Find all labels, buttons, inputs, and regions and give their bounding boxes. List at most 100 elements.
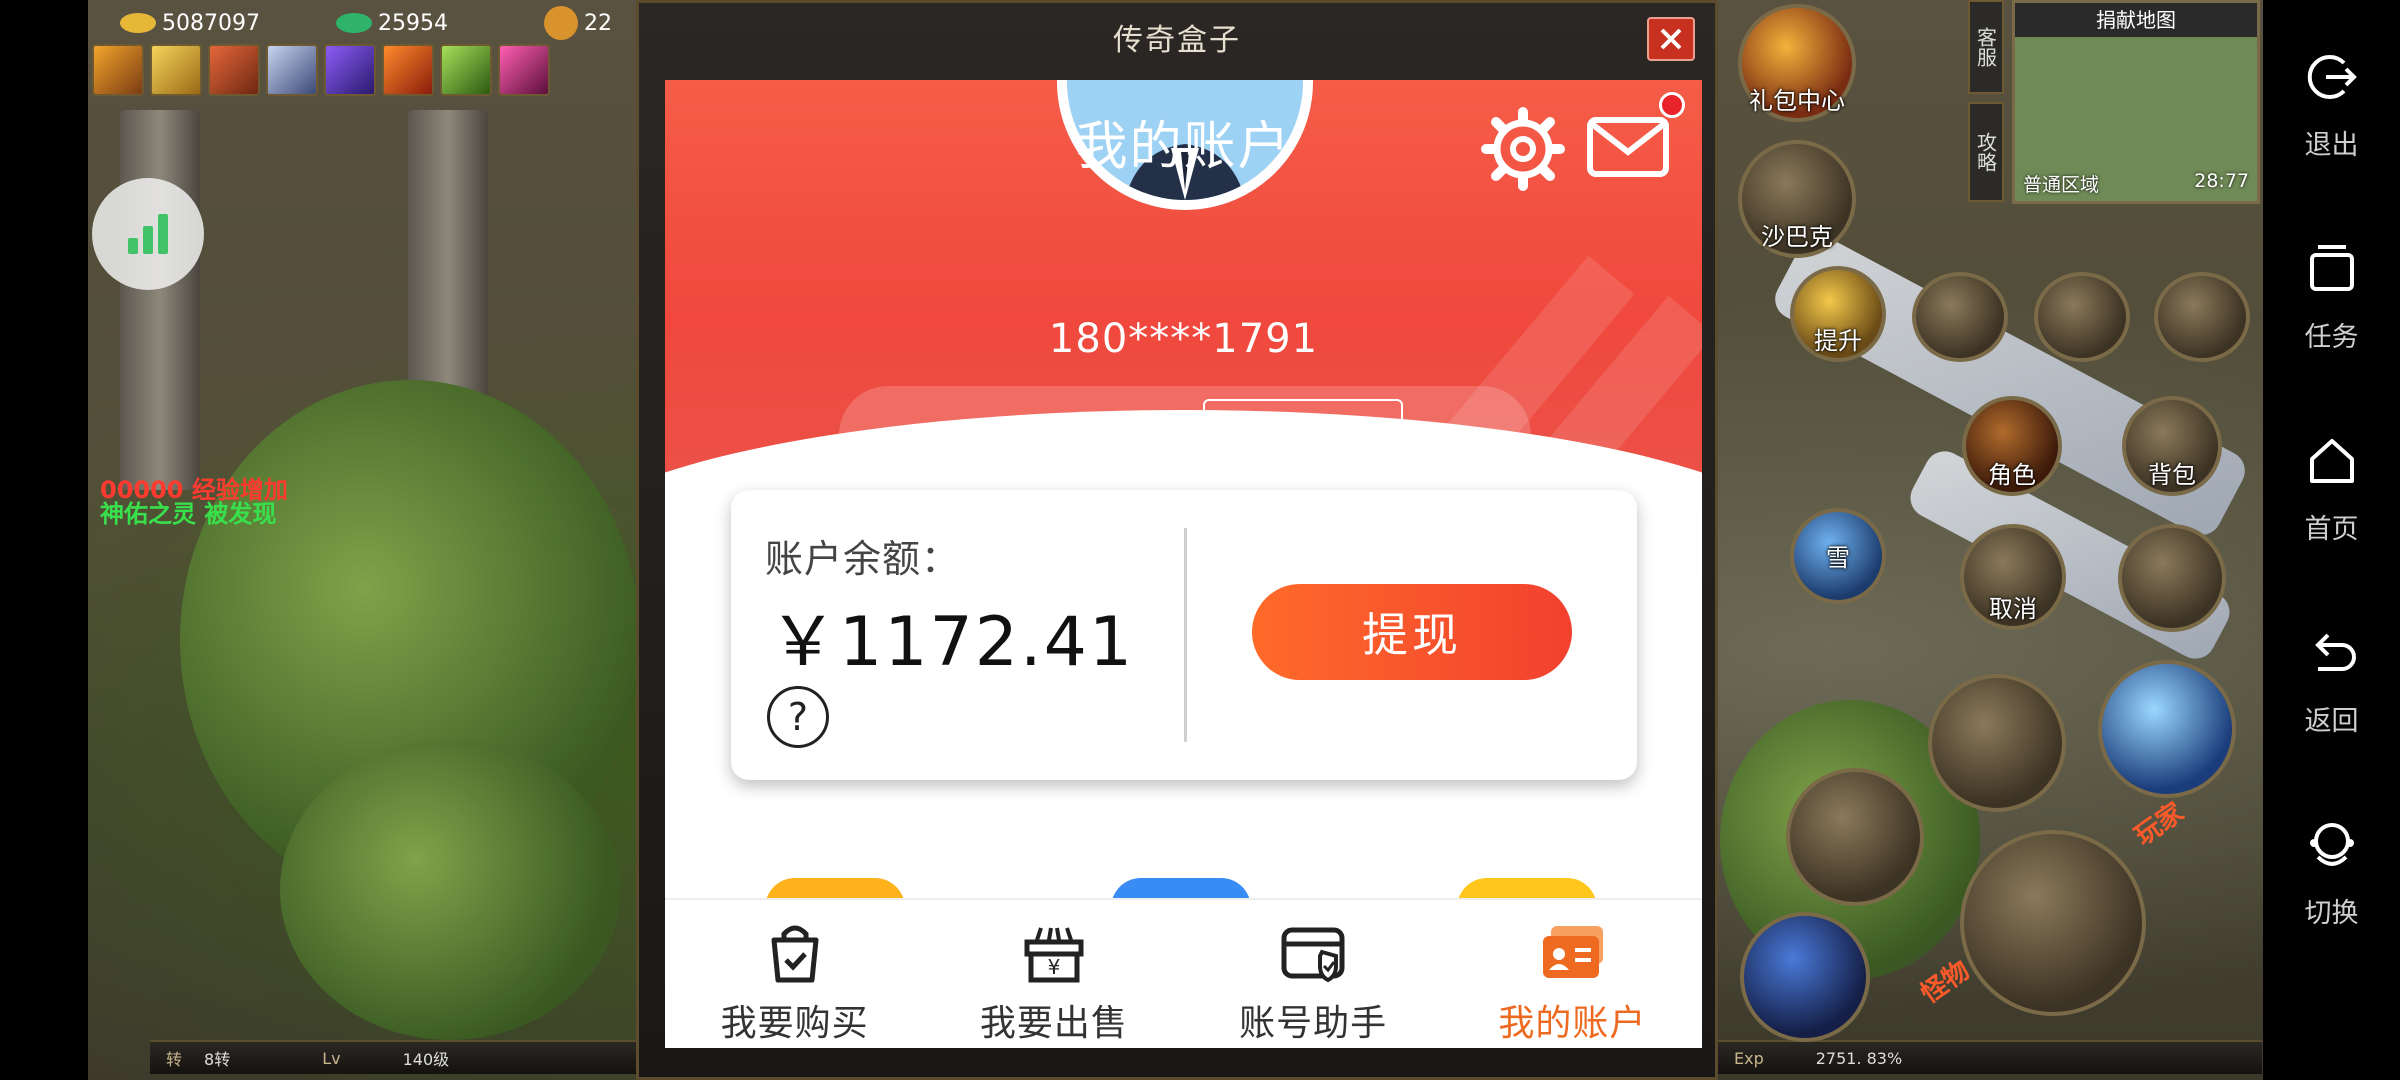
tab-buy[interactable]: 我要购买	[665, 900, 924, 1048]
tab-sell-label: 我要出售	[979, 1003, 1128, 1044]
exp-tag: Exp	[1734, 1048, 1764, 1068]
bag-label: 背包	[2148, 461, 2196, 489]
skill-slot[interactable]	[382, 44, 434, 96]
shabak-button[interactable]: 沙巴克	[1738, 140, 1856, 258]
cancel-label: 取消	[1989, 595, 2037, 623]
level-value: 140级	[402, 1050, 450, 1069]
snow-label: 雪	[1826, 543, 1850, 572]
nav-home-label: 首页	[2304, 513, 2359, 545]
gear-icon	[1481, 107, 1565, 191]
tab-assistant-label: 账号助手	[1239, 1003, 1388, 1044]
main-attack-button[interactable]	[1960, 830, 2146, 1016]
skill-slot[interactable]	[498, 44, 550, 96]
upgrade-button[interactable]: 提升	[1790, 266, 1886, 362]
stone-pillar	[120, 110, 200, 490]
nav-home[interactable]: 首页	[2263, 414, 2400, 564]
ranking-button[interactable]	[1912, 272, 2008, 362]
nav-back-label: 返回	[2304, 705, 2359, 737]
customer-service-tab[interactable]: 客服	[1968, 0, 2004, 94]
zone-label: 普通区域	[2023, 174, 2100, 196]
dash-skill-button[interactable]	[1740, 912, 1870, 1042]
strategy-tab[interactable]: 攻略	[1968, 102, 2004, 202]
signal-bars-icon	[128, 214, 168, 254]
skill-slot[interactable]	[92, 44, 144, 96]
mail-game-button[interactable]	[2034, 272, 2130, 362]
skill-slot-button[interactable]	[1786, 768, 1924, 906]
jade-counter: 25954	[336, 6, 448, 40]
stone-pillar	[408, 110, 488, 420]
popup-title: 传奇盒子	[1113, 23, 1241, 58]
skill-slot[interactable]	[324, 44, 376, 96]
gold-counter: 5087097	[120, 6, 260, 40]
skill-slot[interactable]	[208, 44, 260, 96]
skill-slot[interactable]	[150, 44, 202, 96]
back-icon	[2314, 633, 2356, 671]
svg-text:¥: ¥	[1048, 955, 1061, 979]
rebirth-value: 8转	[204, 1050, 231, 1069]
mail-icon	[1587, 117, 1669, 177]
phone-number: 180****1791	[1048, 316, 1319, 362]
level-tag: Lv	[322, 1048, 341, 1068]
close-button[interactable]	[1647, 17, 1695, 61]
level-status-bar: 转 8转 Lv 140级	[150, 1040, 636, 1074]
skill-slot-button[interactable]	[2118, 524, 2226, 632]
gift-center-button[interactable]: 礼包中心	[1738, 4, 1856, 122]
balance-label: 账户余额：	[765, 537, 961, 581]
account-page: 我的账户 180****1791 安全设置： 未设置	[665, 80, 1702, 1048]
skill-slot[interactable]	[440, 44, 492, 96]
ice-skill-button[interactable]	[2098, 660, 2236, 798]
gold-value: 5087097	[162, 10, 260, 36]
role-button[interactable]: 角色	[1962, 396, 2062, 496]
sell-box-icon: ¥	[1024, 927, 1084, 983]
id-card-icon	[1543, 926, 1604, 978]
cancel-button[interactable]: 取消	[1960, 524, 2066, 630]
gold-icon	[120, 13, 156, 33]
gift-center-label: 礼包中心	[1749, 87, 1845, 115]
settings-button[interactable]	[1480, 106, 1566, 192]
exp-value: 2751. 83%	[1815, 1048, 1903, 1068]
system-navbar: 退出 任务 首页 返回 切换	[2263, 0, 2400, 1080]
mail-button[interactable]	[1585, 112, 1671, 182]
shopping-bag-icon	[771, 925, 819, 983]
notification-dot	[1659, 92, 1685, 118]
task-icon	[2309, 244, 2354, 291]
bag-button[interactable]: 背包	[2122, 396, 2222, 496]
help-icon[interactable]: ?	[767, 686, 829, 748]
divider	[1184, 528, 1187, 742]
jade-icon	[336, 13, 372, 33]
snow-skill-button[interactable]: 雪	[1790, 508, 1886, 604]
tab-sell[interactable]: ¥ 我要出售	[924, 900, 1183, 1048]
exp-status-bar: Exp 2751. 83%	[1718, 1040, 2262, 1074]
wallet-shield-icon	[1281, 927, 1345, 983]
nav-back[interactable]: 返回	[2263, 606, 2400, 756]
nav-exit[interactable]: 退出	[2263, 30, 2400, 180]
game-message: 神佑之灵 被发现	[100, 500, 277, 528]
switch-icon	[2309, 822, 2354, 866]
balance-card: 账户余额： ￥1172.41 ? 提现	[731, 490, 1637, 780]
exit-icon	[2307, 54, 2357, 99]
sword-skill-button[interactable]	[1928, 674, 2066, 812]
upgrade-label: 提升	[1814, 327, 1862, 355]
game-settings-button[interactable]	[2154, 272, 2250, 362]
nav-task[interactable]: 任务	[2263, 222, 2400, 372]
ingot-value: 22	[584, 10, 612, 36]
network-signal-button[interactable]	[92, 178, 204, 290]
jade-value: 25954	[378, 10, 448, 36]
ingot-counter: 22	[544, 6, 612, 40]
balance-amount: ￥1172.41	[769, 603, 1135, 682]
minimap-title: 捐献地图	[2096, 8, 2176, 32]
home-icon	[2309, 438, 2354, 483]
shabak-label: 沙巴克	[1761, 223, 1833, 251]
nav-switch-label: 切换	[2304, 897, 2359, 929]
role-label: 角色	[1988, 461, 2036, 489]
nav-exit-label: 退出	[2304, 129, 2359, 161]
minimap-info: 普通区域 28:77	[2023, 170, 2249, 197]
minimap[interactable]: 捐献地图 普通区域 28:77	[2012, 0, 2260, 204]
nav-switch[interactable]: 切换	[2263, 798, 2400, 948]
skill-slot[interactable]	[266, 44, 318, 96]
tab-my-account[interactable]: 我的账户	[1443, 900, 1702, 1048]
tab-my-account-label: 我的账户	[1498, 1003, 1647, 1044]
withdraw-button[interactable]: 提现	[1252, 584, 1572, 680]
tab-assistant[interactable]: 账号助手	[1184, 900, 1443, 1048]
ingot-icon	[544, 6, 578, 40]
